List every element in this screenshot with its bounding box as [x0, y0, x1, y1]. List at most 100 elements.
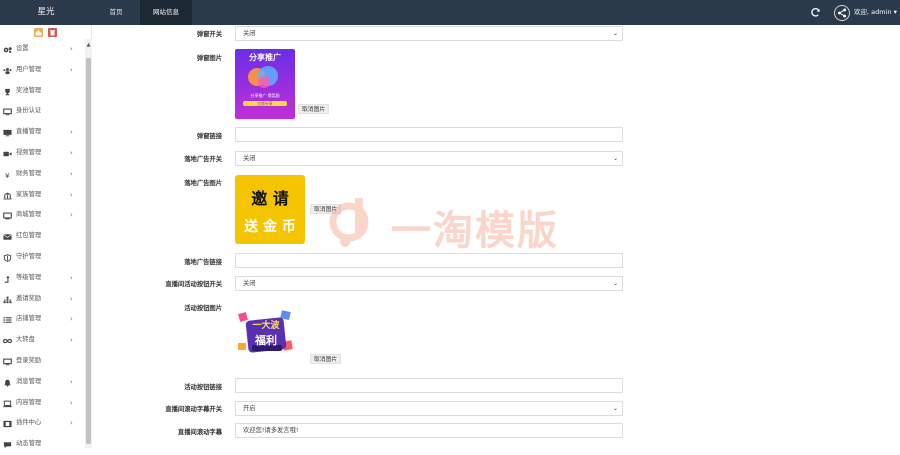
laptop-icon [3, 400, 12, 407]
sidebar-item-live[interactable]: 直播管理 › [0, 122, 84, 143]
live-button-switch-label: 直播间活动按钮开关 [165, 281, 222, 288]
tab-site-info[interactable]: 网站信息 [140, 0, 192, 25]
sidebar-item-moments[interactable]: 动态管理 [0, 434, 84, 455]
sidebar-item-label: 邀请奖励 [16, 294, 42, 302]
trash-icon [50, 30, 55, 36]
watermark: 一淘模版 [325, 192, 575, 254]
chevron-right-icon: › [70, 315, 73, 324]
sidebar-item-label: 红包管理 [16, 232, 42, 240]
chevron-right-icon: › [70, 336, 73, 345]
activity-button-link-label: 活动按钮链接 [184, 384, 222, 391]
promo-button-text: 立即分享 [257, 101, 273, 106]
home-icon [35, 30, 42, 36]
infinity-icon [3, 338, 12, 344]
sidebar-menu: 设置 › 用户管理 › 奖池管理 身份认证 直播管理 › 视频管理 › ¥ 财务… [0, 39, 84, 455]
chevron-right-icon: › [70, 190, 73, 199]
cancel-activity-image-button[interactable]: 取消图片 [310, 354, 342, 364]
sidebar-item-family[interactable]: 家族管理 › [0, 185, 84, 206]
landing-ad-image-label: 落地广告图片 [184, 180, 222, 187]
landing-ad-switch-select[interactable]: 关闭 ⌄ [235, 151, 623, 166]
yen-icon: ¥ [5, 171, 10, 179]
landing-ad-image-preview[interactable]: 邀 请 送 金 币 [235, 175, 305, 244]
landing-ad-switch-label: 落地广告开关 [184, 156, 222, 163]
sidebar-item-invite-reward[interactable]: 邀请奖励 › [0, 289, 84, 310]
sidebar-item-label: 视频管理 [16, 148, 42, 156]
sidebar-item-prize-pool[interactable]: 奖池管理 [0, 81, 84, 102]
activity-button-image-preview[interactable]: 一大波 福利 [235, 305, 297, 363]
popup-image-preview[interactable]: 分享推广 分享推广 得奖励 立即分享 [235, 49, 295, 121]
sidebar-item-settings[interactable]: 设置 › [0, 39, 84, 60]
video-camera-icon [3, 151, 12, 157]
chevron-down-icon: ⌄ [612, 30, 618, 37]
popup-switch-select[interactable]: 关闭 ⌄ [235, 26, 623, 41]
watermark-logo-icon [329, 198, 369, 247]
sidebar-item-label: 商城管理 [16, 211, 42, 219]
sidebar-item-login-reward[interactable]: 登录奖励 [0, 351, 84, 372]
refresh-icon[interactable] [810, 7, 821, 18]
sidebar-item-label: 登录奖励 [16, 356, 42, 364]
avatar[interactable] [834, 5, 850, 21]
sidebar-item-users[interactable]: 用户管理 › [0, 60, 84, 81]
sitemap-icon [3, 296, 12, 303]
sidebar-item-lucky-wheel[interactable]: 大转盘 › [0, 330, 84, 351]
cancel-popup-image-button[interactable]: 取消图片 [298, 104, 330, 114]
chevron-right-icon: › [70, 128, 73, 137]
sidebar-item-identity-verification[interactable]: 身份认证 [0, 101, 84, 122]
chevron-down-icon: ⌄ [612, 280, 618, 287]
popup-link-label: 弹窗链接 [196, 133, 222, 140]
sidebar-scrollbar-thumb[interactable] [86, 58, 91, 444]
scroll-text-input[interactable]: 欢迎您!请多发言哦! [235, 423, 623, 438]
scroll-text-switch-select[interactable]: 开启 ⌄ [235, 401, 623, 416]
sidebar-item-guardian[interactable]: 守护管理 [0, 247, 84, 268]
gold-coin-text: 送 金 币 [244, 219, 296, 235]
users-icon [3, 67, 12, 74]
sidebar-item-messages[interactable]: 消息管理 › [0, 372, 84, 393]
sidebar: 设置 › 用户管理 › 奖池管理 身份认证 直播管理 › 视频管理 › ¥ 财务… [0, 25, 92, 449]
scroll-up-arrow-icon[interactable]: ▲ [85, 42, 92, 49]
sidebar-item-video[interactable]: 视频管理 › [0, 143, 84, 164]
live-button-switch-select[interactable]: 关闭 ⌄ [235, 276, 623, 291]
sidebar-item-label: 奖池管理 [16, 86, 42, 94]
sidebar-delete-button[interactable] [48, 28, 57, 37]
sidebar-item-plugin-center[interactable]: 插件中心 › [0, 413, 84, 434]
tab-home[interactable]: 首页 [96, 0, 136, 25]
sidebar-item-label: 财务管理 [16, 169, 42, 177]
invite-text: 邀 请 [251, 189, 289, 208]
brand-logo-text[interactable]: 星光 [0, 0, 92, 25]
sidebar-shortcut-button[interactable] [34, 28, 43, 37]
sidebar-item-label: 内容管理 [16, 398, 42, 406]
chevron-right-icon: › [70, 169, 73, 178]
chevron-right-icon: › [70, 211, 73, 220]
svg-text:¥: ¥ [5, 171, 10, 179]
tv-icon [3, 212, 12, 220]
activity-button-link-input[interactable] [235, 378, 623, 393]
sidebar-item-finance[interactable]: ¥ 财务管理 › [0, 164, 84, 185]
level-up-icon [4, 275, 10, 283]
chevron-right-icon: › [70, 419, 73, 428]
sidebar-item-mall[interactable]: 商城管理 › [0, 205, 84, 226]
benefit-text: 福利 [255, 334, 277, 347]
promo-title: 分享推广 [249, 53, 281, 62]
sidebar-item-label: 直播管理 [16, 128, 42, 136]
sidebar-item-label: 大转盘 [16, 336, 35, 344]
sidebar-item-red-packet[interactable]: 红包管理 [0, 226, 84, 247]
sidebar-item-content[interactable]: 内容管理 › [0, 393, 84, 414]
sidebar-toolbar [0, 25, 92, 39]
chevron-right-icon: › [70, 377, 73, 386]
select-value: 关闭 [243, 30, 256, 37]
promo-caption: 分享推广 得奖励 [250, 93, 280, 98]
bank-icon [3, 192, 12, 199]
sidebar-item-shop[interactable]: 店铺管理 › [0, 309, 84, 330]
landing-ad-link-label: 落地广告链接 [184, 259, 222, 266]
popup-switch-label: 弹窗开关 [196, 31, 222, 38]
input-value: 欢迎您!请多发言哦! [243, 427, 299, 434]
sidebar-item-label: 插件中心 [16, 419, 42, 427]
sidebar-item-label: 店铺管理 [16, 315, 42, 323]
bell-icon [4, 379, 11, 387]
popup-link-input[interactable] [235, 127, 623, 142]
user-menu-dropdown[interactable]: 欢迎, admin ▾ [854, 0, 897, 25]
chevron-down-icon: ⌄ [612, 405, 618, 412]
popup-image-label: 弹窗图片 [196, 55, 222, 62]
sidebar-item-level[interactable]: 等级管理 › [0, 268, 84, 289]
trophy-icon [5, 88, 10, 95]
